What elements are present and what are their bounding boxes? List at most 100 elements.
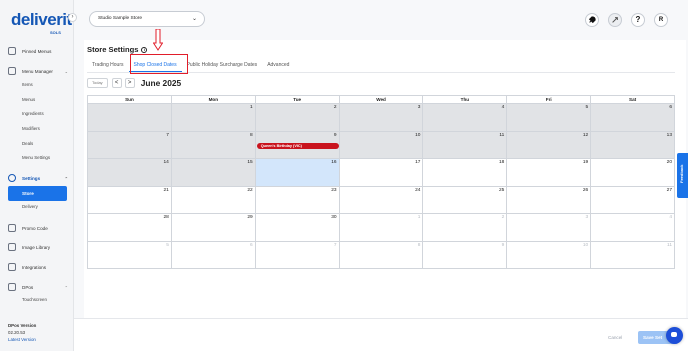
calendar-day-cell[interactable]: 1 <box>171 104 256 132</box>
calendar-day-cell[interactable]: 29 <box>171 214 256 242</box>
closed-date-event[interactable]: Queen's Birthday (VIC) <box>256 142 339 149</box>
next-month-button[interactable]: > <box>124 78 135 88</box>
calendar-day-cell[interactable]: 9 <box>423 241 508 269</box>
day-number: 14 <box>163 160 169 165</box>
sidebar-item-settings[interactable]: Settings ⌃ <box>8 172 68 184</box>
page-title-text: Store Settings <box>87 45 139 54</box>
sidebar-item-menu-manager[interactable]: Menu Manager ⌄ <box>8 65 68 77</box>
day-number: 3 <box>585 215 589 220</box>
calendar-day-cell[interactable]: 7 <box>88 131 172 159</box>
calendar-day-cell[interactable]: 7 <box>255 241 340 269</box>
footer-bar: Cancel Save Set <box>74 318 688 351</box>
calendar-day-cell[interactable]: 8 <box>339 241 424 269</box>
tab-advanced[interactable]: Advanced <box>262 58 294 72</box>
sidebar-sub-menu-settings[interactable]: Menu Settings <box>22 155 50 160</box>
feedback-tab[interactable]: Feedback <box>677 153 688 198</box>
page-title: Store Settings i <box>87 45 148 54</box>
day-number: 26 <box>582 187 589 193</box>
calendar-day-cell[interactable]: 5 <box>88 241 172 269</box>
calendar-day-cell[interactable]: 27 <box>591 186 676 214</box>
pos-icon <box>8 283 16 291</box>
calendar-day-cell[interactable]: 6 <box>591 104 676 132</box>
calendar-day-cell[interactable]: 3 <box>507 214 592 242</box>
sidebar-sub-delivery[interactable]: Delivery <box>22 204 38 209</box>
calendar-day-cell[interactable]: 9 Queen's Birthday (VIC) <box>255 131 340 159</box>
settings-tabs: Trading Hours Shop Closed Dates Public H… <box>87 58 294 72</box>
calendar-toolbar: Today < > June 2025 <box>87 78 181 88</box>
calendar-day-cell[interactable]: 4 <box>423 104 508 132</box>
calendar-day-cell[interactable]: 19 <box>507 159 592 187</box>
sidebar-sub-store[interactable]: Store <box>8 186 67 201</box>
calendar-day-cell[interactable]: 12 <box>507 131 592 159</box>
latest-version-link[interactable]: Latest Version <box>8 337 36 342</box>
day-number: 10 <box>415 132 421 138</box>
sidebar-item-pinned-menus[interactable]: Pinned Menus <box>8 45 68 57</box>
calendar-day-cell[interactable]: 21 <box>88 186 172 214</box>
sidebar-item-image-library[interactable]: Image Library <box>8 241 68 253</box>
calendar-day-cell[interactable]: 25 <box>423 186 508 214</box>
calendar-day-cell[interactable]: 14 <box>88 159 172 187</box>
calendar-day-cell[interactable]: 4 <box>591 214 676 242</box>
day-number: 18 <box>498 160 505 165</box>
calendar-week-row: 1 2 3 4 5 6 <box>88 104 676 132</box>
chat-icon[interactable] <box>666 327 683 344</box>
calendar-day-cell[interactable]: 2 <box>255 104 340 132</box>
day-number: 10 <box>582 242 589 248</box>
calendar-day-cell[interactable]: 26 <box>507 186 592 214</box>
help-icon[interactable]: ? <box>631 13 645 27</box>
calendar-day-cell[interactable]: 2 <box>423 214 508 242</box>
version-info: DPos Version 02.20.53 Latest Version <box>0 318 74 351</box>
sidebar-item-dpos[interactable]: DPos ⌃ <box>8 281 68 293</box>
calendar-day-cell[interactable]: 18 <box>423 159 508 187</box>
avatar[interactable]: R <box>654 13 668 27</box>
calendar-day-cell[interactable]: 22 <box>171 186 256 214</box>
calendar-day-cell[interactable] <box>88 104 172 132</box>
calendar-day-cell[interactable]: 23 <box>255 186 340 214</box>
cancel-button[interactable]: Cancel <box>608 335 622 340</box>
calendar-day-cell[interactable]: 13 <box>591 131 676 159</box>
calendar-week-row: 7 8 9 Queen's Birthday (VIC) 10 11 12 13 <box>88 131 676 159</box>
today-button[interactable]: Today <box>87 78 108 88</box>
calendar-day-cell[interactable]: 11 <box>591 241 676 269</box>
calendar-day-cell[interactable]: 10 <box>339 131 424 159</box>
rocket-icon[interactable] <box>585 13 599 27</box>
launch-icon[interactable] <box>608 13 622 27</box>
calendar-day-cell[interactable]: 5 <box>507 104 592 132</box>
calendar-day-cell[interactable]: 30 <box>255 214 340 242</box>
calendar-day-cell[interactable]: 15 <box>171 159 256 187</box>
sidebar-item-integrations[interactable]: Integrations <box>8 261 68 273</box>
calendar-day-cell[interactable]: 1 <box>339 214 424 242</box>
calendar-day-cell[interactable]: 24 <box>339 186 424 214</box>
prev-month-button[interactable]: < <box>111 78 122 88</box>
collapse-sidebar-button[interactable]: › <box>68 13 77 22</box>
calendar-day-cell[interactable]: 8 <box>171 131 256 159</box>
calendar-day-cell[interactable]: 6 <box>171 241 256 269</box>
calendar-day-cell[interactable]: 11 <box>423 131 508 159</box>
calendar-day-cell[interactable]: 3 <box>339 104 424 132</box>
sidebar-sub-modifiers[interactable]: Modifiers <box>22 126 40 131</box>
calendar-day-cell[interactable]: 17 <box>339 159 424 187</box>
tab-trading-hours[interactable]: Trading Hours <box>87 58 129 72</box>
day-number: 19 <box>582 160 589 165</box>
calendar-day-cell[interactable]: 20 <box>591 159 676 187</box>
chevron-down-icon: ⌄ <box>64 68 68 74</box>
sidebar-item-promo-code[interactable]: Promo Code <box>8 222 68 234</box>
store-select[interactable]: Studio Sample Store ⌄ <box>89 11 205 27</box>
calendar-day-cell[interactable]: 28 <box>88 214 172 242</box>
sidebar-sub-items[interactable]: Items <box>22 82 33 87</box>
sidebar-sub-menus[interactable]: Menus <box>22 97 35 102</box>
tab-public-holiday-surcharge-dates[interactable]: Public Holiday Surcharge Dates <box>182 58 263 72</box>
chevron-up-icon: ⌃ <box>64 175 68 181</box>
pin-icon <box>8 47 16 55</box>
logo-subtitle: SOLS <box>50 30 61 35</box>
calendar-day-cell[interactable]: 10 <box>507 241 592 269</box>
sidebar-sub-deals[interactable]: Deals <box>22 141 33 146</box>
sidebar-item-label: DPos <box>22 284 34 290</box>
calendar-day-cell[interactable]: 16 <box>255 159 340 187</box>
info-icon[interactable]: i <box>141 47 148 53</box>
sidebar-sub-ingredients[interactable]: Ingredients <box>22 111 44 116</box>
day-number: 23 <box>331 187 337 193</box>
annotation-highlight-box <box>130 54 188 74</box>
weekday-label: Thu <box>423 96 508 104</box>
sidebar-sub-touchscreen[interactable]: Touchscreen <box>22 297 47 302</box>
